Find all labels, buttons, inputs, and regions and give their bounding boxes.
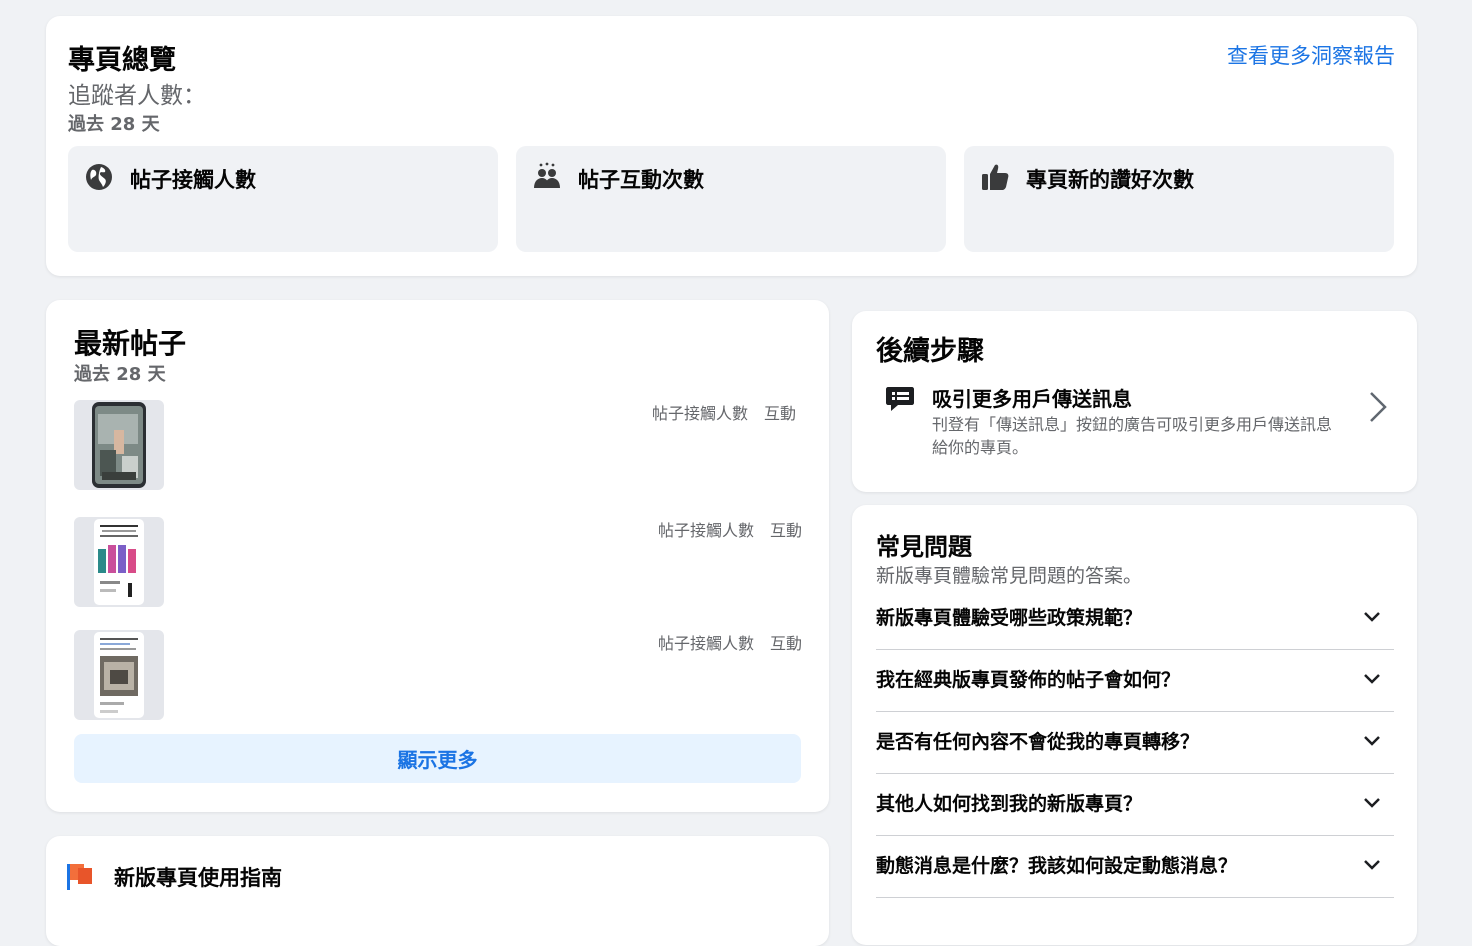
see-more-insights-link[interactable]: 查看更多洞察報告 <box>1227 40 1395 70</box>
chevron-down-icon <box>1364 612 1380 622</box>
globe-icon <box>86 164 112 190</box>
metric-label: 帖子互動次數 <box>578 168 704 192</box>
show-more-button[interactable]: 顯示更多 <box>74 734 801 783</box>
post-row[interactable]: 帖子接觸人數 互動 <box>74 400 804 492</box>
post-engagement-label: 互動 <box>769 521 802 540</box>
post-row[interactable]: 帖子接觸人數 互動 <box>74 517 804 609</box>
faq-item[interactable]: 其他人如何找到我的新版專頁？ <box>876 773 1394 836</box>
next-steps-title: 後續步驟 <box>876 336 984 367</box>
people-icon <box>534 162 560 188</box>
page-overview-card: 專頁總覽 追蹤者人數： 過去 28 天 查看更多洞察報告 帖子接觸人數 帖子互動… <box>46 16 1417 276</box>
latest-posts-card: 最新帖子 過去 28 天 帖子接觸人數 互動 帖子接觸人數 互動 帖子接觸人數 … <box>46 300 829 812</box>
next-step-title: 吸引更多用戶傳送訊息 <box>932 387 1132 411</box>
faq-card: 常見問題 新版專頁體驗常見問題的答案。 新版專頁體驗受哪些政策規範？ 我在經典版… <box>852 505 1417 945</box>
next-step-description: 刊登有「傳送訊息」按鈕的廣告可吸引更多用戶傳送訊息給你的專頁。 <box>932 415 1333 457</box>
faq-question: 新版專頁體驗受哪些政策規範？ <box>876 607 1143 629</box>
page-guide-label: 新版專頁使用指南 <box>114 866 282 890</box>
chevron-down-icon <box>1364 798 1380 808</box>
post-thumbnail[interactable] <box>74 517 164 607</box>
next-step-get-more-messages[interactable]: 吸引更多用戶傳送訊息 刊登有「傳送訊息」按鈕的廣告可吸引更多用戶傳送訊息給你的專… <box>876 381 1396 471</box>
metric-label: 帖子接觸人數 <box>130 168 256 192</box>
post-metrics: 帖子接觸人數 互動 <box>642 517 802 541</box>
next-steps-card: 後續步驟 吸引更多用戶傳送訊息 刊登有「傳送訊息」按鈕的廣告可吸引更多用戶傳送訊… <box>852 311 1417 492</box>
faq-title: 常見問題 <box>876 533 972 561</box>
thumbs-up-icon <box>982 164 1009 190</box>
faq-item[interactable]: 我在經典版專頁發佈的帖子會如何？ <box>876 649 1394 712</box>
latest-posts-title: 最新帖子 <box>74 327 187 360</box>
metric-post-engagement[interactable]: 帖子互動次數 <box>516 146 946 252</box>
post-metrics: 帖子接觸人數 互動 <box>636 400 796 424</box>
faq-question: 動態消息是什麼？我該如何設定動態消息？ <box>876 855 1238 877</box>
followers-label: 追蹤者人數： <box>68 83 206 109</box>
post-thumbnail[interactable] <box>74 630 164 720</box>
overview-title: 專頁總覽 <box>68 45 176 76</box>
chevron-down-icon <box>1364 736 1380 746</box>
page-guide-card[interactable]: 新版專頁使用指南 <box>46 836 829 946</box>
metric-label: 專頁新的讚好次數 <box>1026 168 1194 192</box>
flag-icon <box>67 864 92 890</box>
message-icon <box>886 387 914 411</box>
faq-question: 是否有任何內容不會從我的專頁轉移？ <box>876 731 1200 753</box>
chevron-down-icon <box>1364 674 1380 684</box>
post-row[interactable]: 帖子接觸人數 互動 <box>74 630 804 722</box>
faq-item[interactable]: 新版專頁體驗受哪些政策規範？ <box>876 587 1394 650</box>
chevron-down-icon <box>1364 860 1380 870</box>
post-reach-label: 帖子接觸人數 <box>651 404 748 423</box>
post-engagement-label: 互動 <box>763 404 796 423</box>
faq-item[interactable]: 動態消息是什麼？我該如何設定動態消息？ <box>876 835 1394 898</box>
post-reach-label: 帖子接觸人數 <box>657 634 754 653</box>
post-reach-label: 帖子接觸人數 <box>657 521 754 540</box>
faq-question: 我在經典版專頁發佈的帖子會如何？ <box>876 669 1181 691</box>
overview-period: 過去 28 天 <box>68 114 160 135</box>
post-thumbnail[interactable] <box>74 400 164 490</box>
chevron-right-icon <box>1370 392 1387 422</box>
faq-question: 其他人如何找到我的新版專頁？ <box>876 793 1143 815</box>
metric-new-page-likes[interactable]: 專頁新的讚好次數 <box>964 146 1394 252</box>
post-engagement-label: 互動 <box>769 634 802 653</box>
faq-subtitle: 新版專頁體驗常見問題的答案。 <box>876 565 1143 587</box>
post-metrics: 帖子接觸人數 互動 <box>642 630 802 654</box>
faq-item[interactable]: 是否有任何內容不會從我的專頁轉移？ <box>876 711 1394 774</box>
latest-posts-period: 過去 28 天 <box>74 364 166 385</box>
metric-post-reach[interactable]: 帖子接觸人數 <box>68 146 498 252</box>
